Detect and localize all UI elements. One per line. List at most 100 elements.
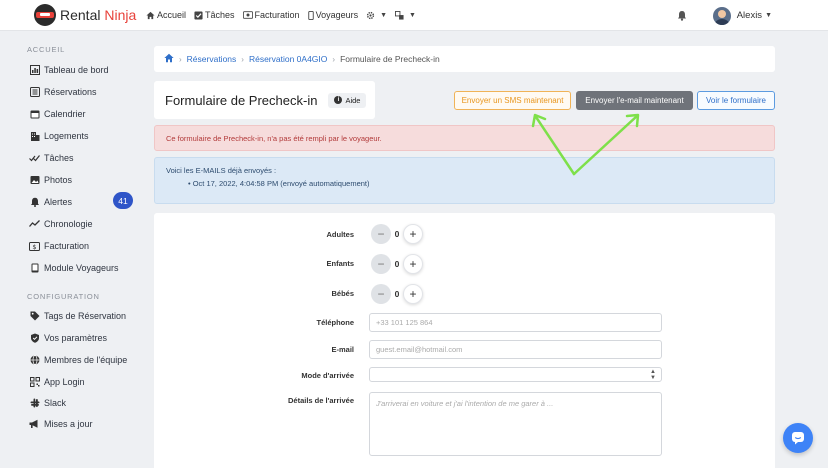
nav-home-label: Accueil	[157, 10, 187, 20]
adults-stepper: − 0 +	[371, 224, 423, 244]
sidebar-item-label: Réservations	[44, 87, 97, 97]
sidebar-item-slack[interactable]: Slack	[29, 395, 139, 411]
globe-icon	[29, 355, 40, 366]
minus-icon: −	[377, 227, 385, 241]
nav-billing[interactable]: Facturation	[242, 10, 300, 20]
babies-stepper: − 0 +	[371, 284, 423, 304]
list-icon	[29, 87, 40, 98]
sidebar-item-properties[interactable]: Logements	[29, 128, 139, 144]
shield-icon	[29, 333, 40, 344]
plus-icon: +	[409, 257, 417, 271]
top-nav: Accueil Tâches Facturation Voyageurs ▼ ▼	[146, 10, 424, 20]
nav-guests[interactable]: Voyageurs	[307, 10, 358, 20]
babies-increment-button[interactable]: +	[403, 284, 423, 304]
money-icon: $	[29, 241, 40, 252]
help-button-label: Aide	[345, 95, 361, 105]
send-sms-button[interactable]: Envoyer un SMS maintenant	[454, 91, 571, 110]
sent-emails-alert: Voici les E-MAILS déjà envoyés : • Oct 1…	[154, 157, 775, 204]
sidebar-item-calendar[interactable]: Calendrier	[29, 106, 139, 122]
arrival-mode-select[interactable]: ▲ ▼	[369, 367, 662, 382]
arrival-details-label: Détails de l'arrivée	[288, 396, 354, 405]
sidebar-item-app-login[interactable]: App Login	[29, 374, 139, 390]
children-label: Enfants	[326, 259, 354, 268]
image-icon	[29, 175, 40, 186]
phone-input[interactable]: +33 101 125 864	[369, 313, 662, 332]
children-increment-button[interactable]: +	[403, 254, 423, 274]
building-icon	[29, 131, 40, 142]
arrival-details-textarea[interactable]: J'arriverai en voiture et j'ai l'intenti…	[369, 392, 662, 456]
chat-support-button[interactable]	[783, 423, 813, 453]
phone-label: Téléphone	[316, 318, 354, 327]
send-email-button[interactable]: Envoyer l'e-mail maintenant	[576, 91, 693, 110]
tag-icon	[29, 311, 40, 322]
home-icon[interactable]	[164, 53, 174, 65]
babies-decrement-button[interactable]: −	[371, 284, 391, 304]
brand-logo[interactable]: Rental Ninja	[34, 4, 146, 26]
adults-increment-button[interactable]: +	[403, 224, 423, 244]
brand-name: Rental Ninja	[60, 7, 136, 23]
timeline-icon	[29, 219, 40, 230]
nav-home[interactable]: Accueil	[146, 10, 186, 20]
megaphone-icon	[29, 419, 40, 430]
babies-label: Bébés	[331, 289, 354, 298]
chevron-down-icon[interactable]: ▼	[765, 12, 772, 19]
sidebar-item-billing[interactable]: $ Facturation	[29, 238, 139, 254]
user-name[interactable]: Alexis	[737, 10, 762, 21]
sidebar-section-configuration: CONFIGURATION	[27, 292, 100, 301]
bar-chart-icon	[29, 65, 40, 76]
sidebar-item-label: Module Voyageurs	[44, 263, 119, 273]
chevron-right-icon: ›	[241, 54, 244, 64]
breadcrumb-reservation-link[interactable]: Réservation 0A4GIO	[249, 54, 327, 64]
adults-label: Adultes	[326, 230, 354, 239]
children-stepper: − 0 +	[371, 254, 423, 274]
breadcrumb-reservations-link[interactable]: Réservations	[187, 54, 237, 64]
sidebar-item-settings[interactable]: Vos paramètres	[29, 330, 139, 346]
alerts-count-badge: 41	[113, 192, 133, 209]
help-button[interactable]: i Aide	[328, 92, 367, 108]
svg-text:$: $	[32, 243, 36, 251]
sidebar-item-label: Tableau de bord	[44, 65, 109, 75]
children-value: 0	[394, 259, 400, 269]
sidebar-item-label: Alertes	[44, 197, 73, 207]
sidebar-item-booking-tags[interactable]: Tags de Réservation	[29, 308, 139, 324]
chat-icon	[792, 432, 804, 445]
qr-icon	[29, 377, 40, 388]
sidebar-item-label: Membres de l'équipe	[44, 355, 128, 365]
nav-settings-dropdown[interactable]: ▼	[366, 11, 387, 20]
sidebar-item-guest-module[interactable]: Module Voyageurs	[29, 260, 139, 276]
arrival-details-placeholder: J'arriverai en voiture et j'ai l'intenti…	[376, 399, 554, 408]
tablet-icon	[29, 263, 40, 274]
avatar[interactable]	[712, 6, 731, 25]
sidebar-item-label: Facturation	[44, 241, 90, 251]
plus-icon: +	[409, 287, 417, 301]
calendar-icon	[29, 109, 40, 120]
plus-icon: +	[409, 227, 417, 241]
sidebar-item-updates[interactable]: Mises a jour	[29, 416, 139, 432]
email-label: E-mail	[331, 345, 354, 354]
sidebar-item-photos[interactable]: Photos	[29, 172, 139, 188]
sidebar-item-timeline[interactable]: Chronologie	[29, 216, 139, 232]
sidebar-item-dashboard[interactable]: Tableau de bord	[29, 62, 139, 78]
children-decrement-button[interactable]: −	[371, 254, 391, 274]
sidebar-item-reservations[interactable]: Réservations	[29, 84, 139, 100]
chevron-down-icon: ▼	[409, 11, 416, 19]
money-icon	[242, 11, 253, 19]
sidebar-item-label: Calendrier	[44, 109, 86, 119]
sidebar-item-tasks[interactable]: Tâches	[29, 150, 139, 166]
nav-language-dropdown[interactable]: ▼	[395, 10, 416, 20]
sidebar-item-label: App Login	[44, 377, 85, 387]
not-filled-alert: Ce formulaire de Precheck-in, n'a pas ét…	[154, 125, 775, 151]
notifications-button[interactable]	[677, 10, 687, 21]
top-right: Alexis ▼	[677, 0, 772, 31]
sidebar-item-label: Chronologie	[44, 219, 93, 229]
breadcrumb-current: Formulaire de Precheck-in	[340, 54, 440, 64]
email-input[interactable]: guest.email@hotmail.com	[369, 340, 662, 359]
page-title: Formulaire de Precheck-in	[165, 92, 318, 108]
nav-billing-label: Facturation	[254, 10, 300, 20]
sidebar-item-team-members[interactable]: Membres de l'équipe	[29, 352, 139, 368]
view-form-button[interactable]: Voir le formulaire	[697, 91, 775, 110]
adults-decrement-button[interactable]: −	[371, 224, 391, 244]
sidebar-item-alerts[interactable]: Alertes 41	[29, 192, 139, 210]
nav-tasks[interactable]: Tâches	[194, 10, 235, 20]
not-filled-alert-text: Ce formulaire de Precheck-in, n'a pas ét…	[166, 133, 382, 143]
